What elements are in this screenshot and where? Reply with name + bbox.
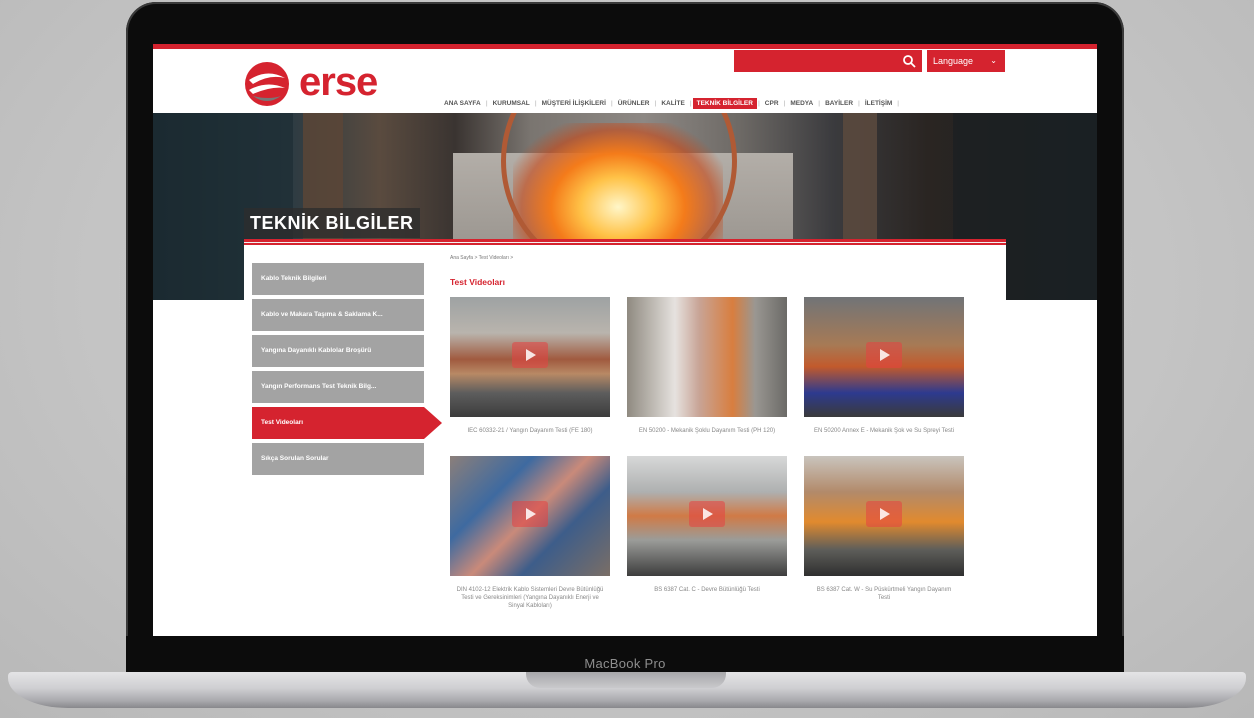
video-card[interactable]: BS 6387 Cat. W - Su Püskürtmeli Yangın D… bbox=[804, 456, 964, 602]
video-card[interactable]: DIN 4102-12 Elektrik Kablo Sistemleri De… bbox=[450, 456, 610, 610]
device-brand-label: MacBook Pro bbox=[584, 656, 666, 671]
hero-title: TEKNİK BİLGİLER bbox=[244, 208, 420, 238]
content-area: Kablo Teknik Bilgileri Kablo ve Makara Ta… bbox=[244, 245, 1006, 636]
video-thumbnail[interactable] bbox=[804, 297, 964, 417]
website-screen: erse Language ⌄ ANA SAYFA | KURUMSAL | MÜŞTE… bbox=[153, 44, 1097, 636]
main-navigation: ANA SAYFA | KURUMSAL | MÜŞTERİ İLİŞKİLERİ | ÜR… bbox=[440, 96, 900, 110]
video-caption[interactable]: BS 6387 Cat. W - Su Püskürtmeli Yangın D… bbox=[804, 586, 964, 602]
nav-item-6[interactable]: CPR bbox=[761, 98, 783, 109]
video-card[interactable]: EN 50200 Annex E - Mekanik Şok ve Su Spr… bbox=[804, 297, 964, 435]
nav-separator: | bbox=[897, 99, 900, 107]
search-bar[interactable] bbox=[734, 50, 922, 72]
video-card[interactable]: BS 6387 Cat. C - Devre Bütünlüğü Testi bbox=[627, 456, 787, 594]
play-icon[interactable] bbox=[512, 501, 548, 527]
sidebar-item-4[interactable]: Test Videoları bbox=[252, 407, 442, 439]
nav-item-1[interactable]: KURUMSAL bbox=[489, 98, 534, 109]
play-icon[interactable] bbox=[689, 501, 725, 527]
nav-item-0[interactable]: ANA SAYFA bbox=[440, 98, 485, 109]
breadcrumb[interactable]: Ana Sayfa > Test Videoları > bbox=[450, 255, 513, 261]
sidebar-item-1[interactable]: Kablo ve Makara Taşıma & Saklama K... bbox=[252, 299, 424, 331]
search-icon[interactable] bbox=[902, 54, 916, 68]
page-title: Test Videoları bbox=[450, 277, 505, 287]
play-icon[interactable] bbox=[866, 342, 902, 368]
video-caption[interactable]: BS 6387 Cat. C - Devre Bütünlüğü Testi bbox=[627, 586, 787, 594]
video-thumbnail[interactable] bbox=[627, 297, 787, 417]
video-thumbnail[interactable] bbox=[450, 456, 610, 576]
video-caption[interactable]: IEC 60332-21 / Yangın Dayanım Testi (FE … bbox=[450, 427, 610, 435]
nav-item-8[interactable]: BAYİLER bbox=[821, 98, 857, 109]
language-label: Language bbox=[933, 56, 974, 66]
nav-item-2[interactable]: MÜŞTERİ İLİŞKİLERİ bbox=[538, 98, 610, 109]
laptop-notch bbox=[526, 672, 726, 688]
nav-item-5[interactable]: TEKNİK BİLGİLER bbox=[692, 97, 757, 109]
erse-logo-icon[interactable] bbox=[243, 60, 291, 108]
video-caption[interactable]: EN 50200 - Mekanik Şoklu Dayanım Testi (… bbox=[627, 427, 787, 435]
video-card[interactable]: IEC 60332-21 / Yangın Dayanım Testi (FE … bbox=[450, 297, 610, 435]
nav-item-4[interactable]: KALİTE bbox=[657, 98, 688, 109]
play-icon[interactable] bbox=[512, 342, 548, 368]
nav-item-7[interactable]: MEDYA bbox=[786, 98, 817, 109]
thumbnail-image bbox=[627, 297, 787, 417]
video-thumbnail[interactable] bbox=[804, 456, 964, 576]
video-thumbnail[interactable] bbox=[450, 297, 610, 417]
chevron-down-icon: ⌄ bbox=[990, 56, 997, 65]
sidebar-item-0[interactable]: Kablo Teknik Bilgileri bbox=[252, 263, 424, 295]
top-accent-bar bbox=[153, 44, 1097, 49]
language-select[interactable]: Language ⌄ bbox=[927, 50, 1005, 72]
sidebar-item-2[interactable]: Yangına Dayanıklı Kablolar Broşürü bbox=[252, 335, 424, 367]
nav-item-9[interactable]: İLETİŞİM bbox=[861, 98, 896, 109]
video-caption[interactable]: DIN 4102-12 Elektrik Kablo Sistemleri De… bbox=[450, 586, 610, 610]
play-icon[interactable] bbox=[866, 501, 902, 527]
video-thumbnail[interactable] bbox=[627, 456, 787, 576]
nav-item-3[interactable]: ÜRÜNLER bbox=[614, 98, 654, 109]
sidebar-menu: Kablo Teknik Bilgileri Kablo ve Makara Ta… bbox=[252, 263, 442, 479]
video-card[interactable]: EN 50200 - Mekanik Şoklu Dayanım Testi (… bbox=[627, 297, 787, 435]
sidebar-item-5[interactable]: Sıkça Sorulan Sorular bbox=[252, 443, 424, 475]
sidebar-item-3[interactable]: Yangın Performans Test Teknik Bilg... bbox=[252, 371, 424, 403]
logo-text[interactable]: erse bbox=[299, 58, 378, 106]
video-caption[interactable]: EN 50200 Annex E - Mekanik Şok ve Su Spr… bbox=[804, 427, 964, 435]
